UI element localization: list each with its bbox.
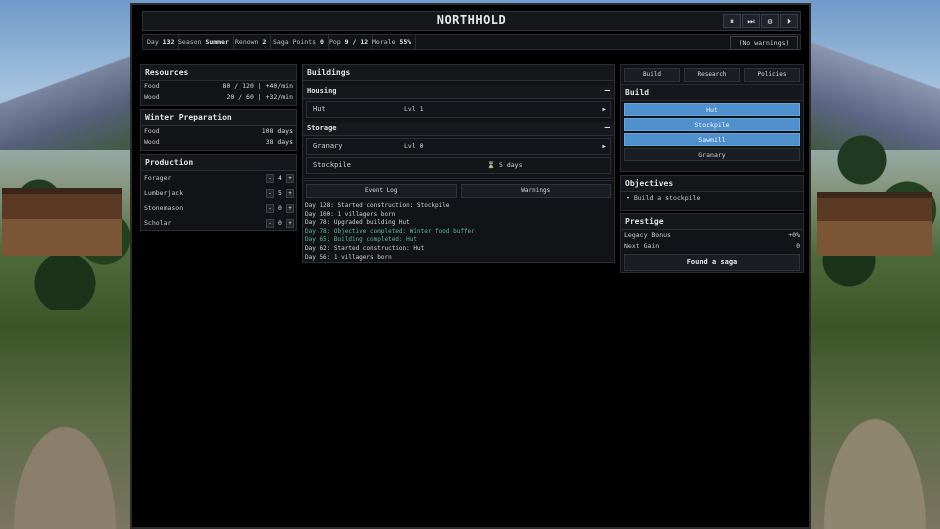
title-bar: NORTHHOLD ⏸ ⏭ ⚙ ⏵	[142, 11, 801, 31]
next-gain: Next Gain 0	[624, 242, 800, 250]
tab-build[interactable]: Build	[624, 68, 680, 82]
build-title: Build	[621, 84, 803, 101]
building-hut[interactable]: Hut Lvl 1 ▶	[306, 101, 611, 118]
building-stockpile[interactable]: Stockpile ⌛ 5 days	[306, 157, 611, 174]
build-option-sawmill-button[interactable]: Sawmill	[624, 133, 800, 146]
log-line: Day 100: 1 villagers born	[305, 210, 396, 218]
collapse-icon[interactable]: —	[605, 85, 610, 98]
cabin-left	[2, 188, 122, 256]
build-options-list: Hut Stockpile Sawmill Granary	[621, 103, 803, 161]
lumberjack-minus-button[interactable]: -	[266, 189, 274, 198]
warnings-indicator[interactable]: (No warnings)	[730, 36, 798, 50]
building-granary[interactable]: Granary Lvl 0 ▶	[306, 138, 611, 155]
forager-plus-button[interactable]: +	[286, 174, 294, 183]
build-option-hut-button[interactable]: Hut	[624, 103, 800, 116]
lumberjack-plus-button[interactable]: +	[286, 189, 294, 198]
fast-forward-icon[interactable]: ⏭	[742, 14, 760, 28]
tab-policies[interactable]: Policies	[744, 68, 800, 82]
stat-morale: Morale 55%	[368, 35, 417, 49]
winter-panel: Winter Preparation Food 108 days Wood 38 d…	[140, 109, 297, 151]
gear-icon[interactable]: ⚙	[761, 14, 779, 28]
buildings-title: Buildings	[303, 65, 614, 81]
game-window: NORTHHOLD ⏸ ⏭ ⚙ ⏵ Day 132 Season Summer …	[130, 3, 811, 529]
log-line: Day 56: 1 villagers born	[305, 253, 392, 261]
production-title: Production	[141, 155, 296, 171]
winter-food: Food 108 days	[144, 127, 293, 135]
scholar-minus-button[interactable]: -	[266, 219, 274, 228]
ground-left	[0, 399, 130, 529]
event-log-list: Day 128: Started construction: Stockpile…	[303, 201, 614, 263]
production-panel: Production Forager - 4 + Lumberjack - 5 …	[140, 154, 297, 231]
prestige-title: Prestige	[621, 214, 803, 230]
production-stonemason: Stonemason - 0 +	[141, 201, 296, 216]
log-line: Day 65: Building completed: Hut	[305, 236, 417, 244]
build-option-stockpile-button[interactable]: Stockpile	[624, 118, 800, 131]
stat-season: Season Summer	[174, 35, 234, 49]
stat-saga-points: Saga Points 0	[269, 35, 329, 49]
log-line: Day 62: Started construction: Hut	[305, 244, 425, 252]
found-saga-button[interactable]: Found a saga	[624, 254, 800, 271]
pause-icon[interactable]: ⏸	[723, 14, 741, 28]
stonemason-plus-button[interactable]: +	[286, 204, 294, 213]
storage-section[interactable]: Storage —	[303, 122, 614, 136]
production-lumberjack: Lumberjack - 5 +	[141, 186, 296, 201]
buildings-panel: Buildings Housing — Hut Lvl 1 ▶ Storage …	[302, 64, 615, 179]
legacy-bonus: Legacy Bonus +0%	[624, 231, 800, 239]
resources-panel: Resources Food 80 / 120 | +40/min Wood 20 …	[140, 64, 297, 106]
log-line: Day 128: Started construction: Stockpile	[305, 202, 450, 209]
resource-food: Food 80 / 120 | +40/min	[144, 82, 293, 90]
winter-wood: Wood 38 days	[144, 138, 293, 146]
tab-research[interactable]: Research	[684, 68, 740, 82]
stat-renown: Renown 2	[231, 35, 272, 49]
housing-section[interactable]: Housing —	[303, 85, 614, 99]
expand-arrow-icon[interactable]: ▶	[602, 139, 606, 154]
stonemason-minus-button[interactable]: -	[266, 204, 274, 213]
production-scholar: Scholar - 0 +	[141, 216, 296, 231]
ground-right	[810, 389, 940, 529]
build-option-granary-button[interactable]: Granary	[624, 148, 800, 161]
hourglass-timer: ⌛ 5 days	[487, 161, 523, 169]
settlement-title: NORTHHOLD	[436, 13, 507, 27]
objective-item: • Build a stockpile	[626, 194, 701, 202]
objectives-title: Objectives	[621, 176, 803, 192]
scholar-plus-button[interactable]: +	[286, 219, 294, 228]
log-line: Day 78: Upgraded building Hut	[305, 219, 410, 227]
cabin-right	[817, 192, 932, 256]
winter-title: Winter Preparation	[141, 110, 296, 126]
build-panel: Build Research Policies Build Hut Stockpi…	[620, 64, 804, 172]
tab-event-log[interactable]: Event Log	[306, 184, 457, 198]
prestige-panel: Prestige Legacy Bonus +0% Next Gain 0 Foun…	[620, 213, 804, 273]
stat-population: Pop 9 / 12	[325, 35, 374, 49]
forager-minus-button[interactable]: -	[266, 174, 274, 183]
log-panel: Event Log Warnings Day 128: Started cons…	[302, 180, 615, 263]
step-forward-icon[interactable]: ⏵	[780, 14, 798, 28]
collapse-icon[interactable]: —	[605, 122, 610, 135]
resources-title: Resources	[141, 65, 296, 81]
expand-arrow-icon[interactable]: ▶	[602, 102, 606, 117]
log-line: Day 78: Objective completed: Winter food…	[305, 227, 475, 235]
status-bar: Day 132 Season Summer Renown 2 Saga Poin…	[142, 34, 801, 50]
resource-wood: Wood 20 / 60 | +32/min	[144, 93, 293, 101]
production-forager: Forager - 4 +	[141, 171, 296, 186]
tab-warnings[interactable]: Warnings	[460, 184, 611, 198]
objectives-panel: Objectives • Build a stockpile	[620, 175, 804, 211]
